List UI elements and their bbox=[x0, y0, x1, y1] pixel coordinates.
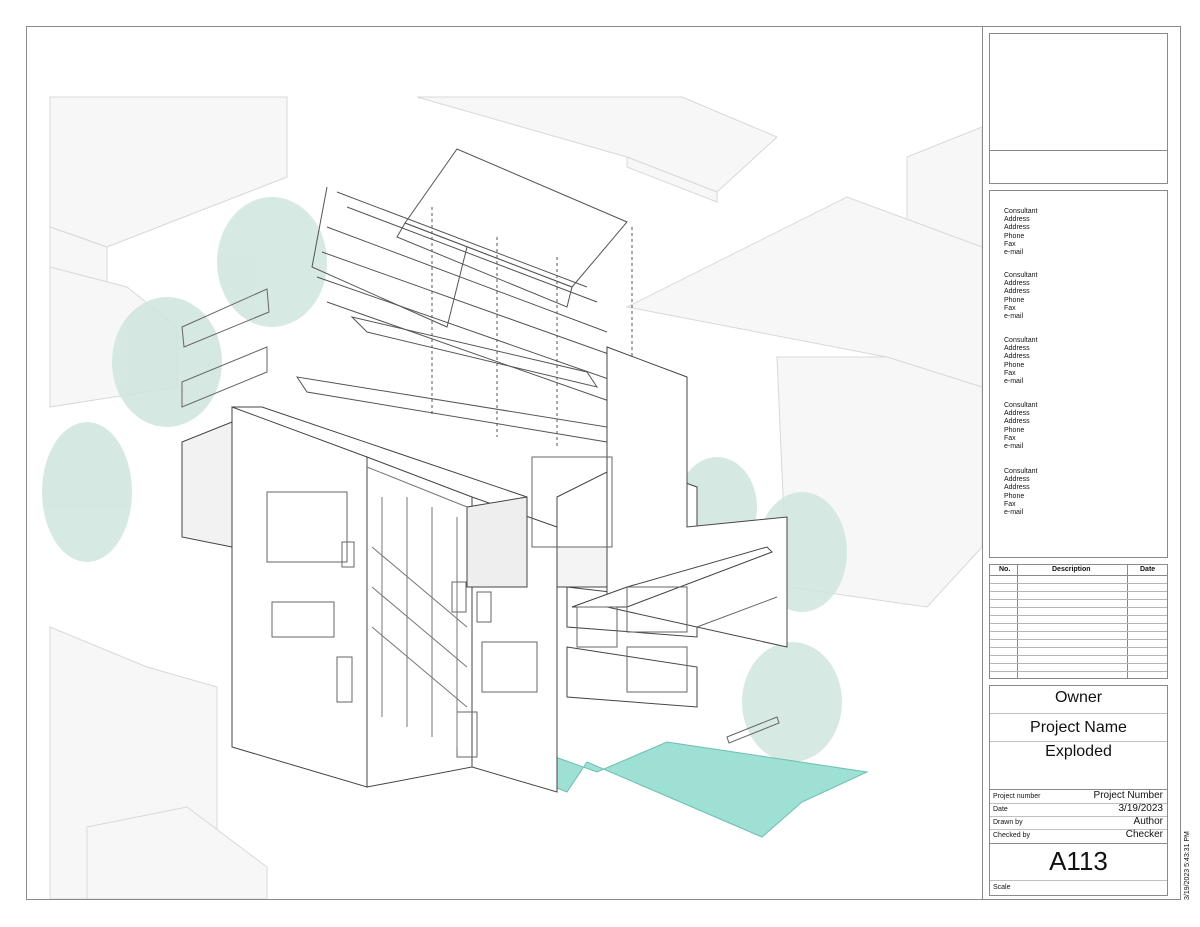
roof-and-frame bbox=[295, 148, 633, 447]
building-walls bbox=[181, 346, 788, 793]
title-block-line bbox=[990, 713, 1167, 714]
consultant-block: Consultant Address Address Phone Fax e-m… bbox=[1004, 272, 1037, 321]
consultant-address: Address bbox=[1004, 216, 1030, 224]
consultant-block: Consultant Address Address Phone Fax e-m… bbox=[1004, 468, 1037, 517]
consultant-name: Consultant bbox=[1004, 208, 1038, 215]
revisions-row-line bbox=[990, 655, 1167, 656]
consultants-box: Consultant Address Address Phone Fax e-m… bbox=[989, 190, 1168, 558]
consultant-phone: Phone bbox=[1004, 361, 1025, 369]
consultant-name: Consultant bbox=[1004, 337, 1038, 344]
consultant-email: e-mail bbox=[1004, 443, 1024, 451]
consultant-fax: Fax bbox=[1004, 240, 1016, 248]
print-timestamp: 3/19/2023 5:43:31 PM bbox=[1184, 831, 1191, 900]
revisions-col-date: Date bbox=[1140, 566, 1156, 573]
title-block-line bbox=[990, 880, 1167, 881]
consultant-phone: Phone bbox=[1004, 492, 1025, 500]
consultant-address: Address bbox=[1004, 353, 1030, 361]
consultant-email: e-mail bbox=[1004, 509, 1024, 517]
drawn-by-value: Author bbox=[1133, 816, 1163, 827]
revisions-row-line bbox=[990, 607, 1167, 608]
project-name: Project Name bbox=[1030, 719, 1127, 736]
consultant-name: Consultant bbox=[1004, 272, 1038, 279]
owner-name: Owner bbox=[1054, 689, 1103, 706]
consultant-name: Consultant bbox=[1004, 468, 1038, 475]
consultant-address: Address bbox=[1004, 288, 1030, 296]
consultant-address: Address bbox=[1004, 345, 1030, 353]
consultant-address: Address bbox=[1004, 484, 1030, 492]
consultant-address: Address bbox=[1004, 476, 1030, 484]
revisions-row-line bbox=[990, 591, 1167, 592]
revisions-row-line bbox=[990, 615, 1167, 616]
revisions-row-line bbox=[990, 671, 1167, 672]
date-value: 3/19/2023 bbox=[1118, 803, 1164, 814]
revisions-table: No. Description Date bbox=[989, 564, 1168, 679]
consultant-fax: Fax bbox=[1004, 500, 1016, 508]
project-number-value: Project Number bbox=[1093, 790, 1163, 801]
revisions-row-line bbox=[990, 639, 1167, 640]
consultant-email: e-mail bbox=[1004, 249, 1024, 257]
logo-box bbox=[989, 33, 1168, 184]
title-block-line bbox=[990, 843, 1167, 844]
scale-label: Scale bbox=[993, 884, 1011, 891]
drawn-by-label: Drawn by bbox=[993, 819, 1023, 826]
revisions-row-line bbox=[990, 599, 1167, 600]
title-block: Owner Project Name Exploded Project numb… bbox=[989, 685, 1168, 896]
revisions-row-line bbox=[990, 631, 1167, 632]
axonometric-svg bbox=[42, 96, 982, 899]
consultant-address: Address bbox=[1004, 224, 1030, 232]
consultant-block: Consultant Address Address Phone Fax e-m… bbox=[1004, 208, 1037, 257]
sheet-number: A113 bbox=[1049, 846, 1108, 876]
consultant-address: Address bbox=[1004, 280, 1030, 288]
consultant-address: Address bbox=[1004, 418, 1030, 426]
date-label: Date bbox=[993, 806, 1008, 813]
sheet-divider bbox=[982, 26, 983, 900]
consultant-block: Consultant Address Address Phone Fax e-m… bbox=[1004, 337, 1037, 386]
consultant-fax: Fax bbox=[1004, 304, 1016, 312]
checked-by-label: Checked by bbox=[993, 832, 1030, 839]
revisions-row-line bbox=[990, 583, 1167, 584]
checked-by-value: Checker bbox=[1125, 829, 1163, 840]
consultant-block: Consultant Address Address Phone Fax e-m… bbox=[1004, 402, 1037, 451]
consultant-email: e-mail bbox=[1004, 378, 1024, 386]
consultant-name: Consultant bbox=[1004, 402, 1038, 409]
sheet-name: Exploded bbox=[1045, 743, 1112, 760]
revisions-col-line bbox=[1127, 565, 1128, 678]
consultant-phone: Phone bbox=[1004, 232, 1025, 240]
revisions-row-line bbox=[990, 647, 1167, 648]
logo-box-divider bbox=[990, 150, 1167, 151]
consultant-phone: Phone bbox=[1004, 426, 1025, 434]
revisions-col-no: No. bbox=[999, 566, 1011, 573]
consultant-phone: Phone bbox=[1004, 296, 1025, 304]
consultant-fax: Fax bbox=[1004, 369, 1016, 377]
title-block-line bbox=[990, 741, 1167, 742]
project-number-label: Project number bbox=[993, 793, 1041, 800]
exploded-axonometric-drawing bbox=[27, 27, 982, 899]
revisions-col-description: Description bbox=[1052, 566, 1091, 573]
consultant-fax: Fax bbox=[1004, 434, 1016, 442]
revisions-row-line bbox=[990, 663, 1167, 664]
revisions-col-line bbox=[1017, 565, 1018, 678]
consultant-address: Address bbox=[1004, 410, 1030, 418]
revisions-row-line bbox=[990, 623, 1167, 624]
consultant-email: e-mail bbox=[1004, 313, 1024, 321]
